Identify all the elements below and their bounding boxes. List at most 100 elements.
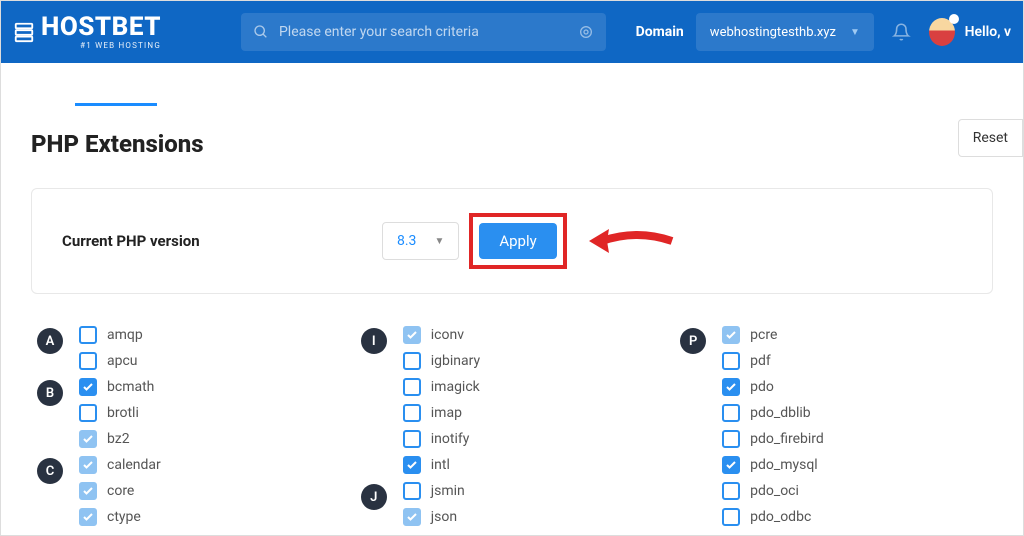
ext-label: calendar [107,457,161,473]
ext-item-brotli: brotli [79,404,154,422]
letter-badge: C [37,458,63,484]
checkbox[interactable] [722,482,740,500]
checkbox[interactable] [79,352,97,370]
ext-label: pdf [750,353,771,369]
ext-item-iconv: iconv [403,326,480,344]
checkbox[interactable] [403,326,421,344]
ext-item-pdo_oci: pdo_oci [722,482,824,500]
logo-text: HOSTBET [41,14,161,40]
version-card: Current PHP version 8.3 ▼ Apply [31,188,993,294]
checkbox[interactable] [403,352,421,370]
checkbox[interactable] [722,326,740,344]
ext-item-imap: imap [403,404,480,422]
ext-label: json [431,509,457,525]
checkbox[interactable] [403,404,421,422]
ext-item-intl: intl [403,456,480,474]
checkbox[interactable] [79,482,97,500]
checkbox[interactable] [79,430,97,448]
php-version-select[interactable]: 8.3 ▼ [382,222,459,260]
top-header: HOSTBET #1 WEB HOSTING Domain webhosting… [1,1,1023,63]
bell-icon[interactable] [892,22,911,42]
page-title: PHP Extensions [31,130,993,158]
letter-badge: J [361,484,387,510]
ext-item-json: json [403,508,465,526]
active-tab-indicator [75,103,157,106]
checkbox[interactable] [403,508,421,526]
ext-label: amqp [107,327,143,343]
ext-item-imagick: imagick [403,378,480,396]
ext-label: pdo_firebird [750,431,824,447]
ext-item-apcu: apcu [79,352,143,370]
hello-text: Hello, v [965,24,1011,40]
ext-item-bz2: bz2 [79,430,154,448]
checkbox[interactable] [722,378,740,396]
ext-label: pdo [750,379,774,395]
ext-label: pdo_mysql [750,457,818,473]
ext-item-core: core [79,482,161,500]
ext-label: core [107,483,134,499]
search-input[interactable] [279,24,578,40]
ext-item-pcre: pcre [722,326,824,344]
ext-label: inotify [431,431,470,447]
ext-column: Ppcrepdfpdopdo_dblibpdo_firebirdpdo_mysq… [680,326,824,528]
checkbox[interactable] [79,456,97,474]
ext-column: Aamqp apcu Bbcmath brotli bz2 Ccalendar core ct… [37,326,161,528]
checkbox[interactable] [79,326,97,344]
ext-label: bz2 [107,431,130,447]
checkbox[interactable] [403,378,421,396]
ext-item-pdo_firebird: pdo_firebird [722,430,824,448]
apply-highlight: Apply [469,213,566,269]
ext-group: Iiconvigbinaryimagickimapinotifyintl [361,326,480,474]
ext-label: jsmin [431,483,465,499]
apply-button[interactable]: Apply [479,223,556,259]
checkbox[interactable] [403,456,421,474]
ext-label: pcre [750,327,777,343]
ext-label: ctype [107,509,141,525]
letter-badge: B [37,380,63,406]
checkbox[interactable] [79,378,97,396]
checkbox[interactable] [79,404,97,422]
avatar[interactable] [929,18,955,46]
checkbox[interactable] [722,456,740,474]
checkbox[interactable] [722,430,740,448]
letter-badge: A [37,328,63,354]
search-icon [253,24,269,40]
ext-label: imap [431,405,462,421]
ext-group: Bbcmath brotli bz2 [37,378,161,448]
chevron-down-icon: ▼ [434,236,444,247]
ext-label: intl [431,457,450,473]
checkbox[interactable] [722,352,740,370]
ext-group: Ccalendar core ctype [37,456,161,526]
ext-label: imagick [431,379,480,395]
checkbox[interactable] [403,430,421,448]
annotation-arrow-icon [587,221,677,261]
checkbox[interactable] [722,508,740,526]
ext-item-jsmin: jsmin [403,482,465,500]
ext-group: Ppcrepdfpdopdo_dblibpdo_firebirdpdo_mysq… [680,326,824,526]
letter-badge: I [361,328,387,354]
ext-label: bcmath [107,379,154,395]
ext-label: apcu [107,353,138,369]
ext-group: Aamqp apcu [37,326,161,370]
version-value: 8.3 [397,233,416,249]
domain-label: Domain [636,24,684,40]
ext-label: pdo_odbc [750,509,811,525]
extensions-grid: Aamqp apcu Bbcmath brotli bz2 Ccalendar core ct… [31,326,993,528]
version-label: Current PHP version [62,232,382,250]
ext-group: Jjsmin json [361,482,480,526]
checkbox[interactable] [79,508,97,526]
search-box[interactable] [241,13,606,51]
ext-item-ctype: ctype [79,508,161,526]
ext-item-pdo_dblib: pdo_dblib [722,404,824,422]
ext-item-pdf: pdf [722,352,824,370]
ext-label: pdo_dblib [750,405,810,421]
logo-subtitle: #1 WEB HOSTING [41,41,161,50]
ext-item-pdo: pdo [722,378,824,396]
checkbox[interactable] [722,404,740,422]
domain-select[interactable]: webhostingtesthb.xyz ▼ [696,13,874,51]
reset-button[interactable]: Reset [958,119,1023,157]
domain-value: webhostingtesthb.xyz [710,25,836,40]
logo[interactable]: HOSTBET #1 WEB HOSTING [13,14,161,50]
checkbox[interactable] [403,482,421,500]
ext-item-amqp: amqp [79,326,143,344]
